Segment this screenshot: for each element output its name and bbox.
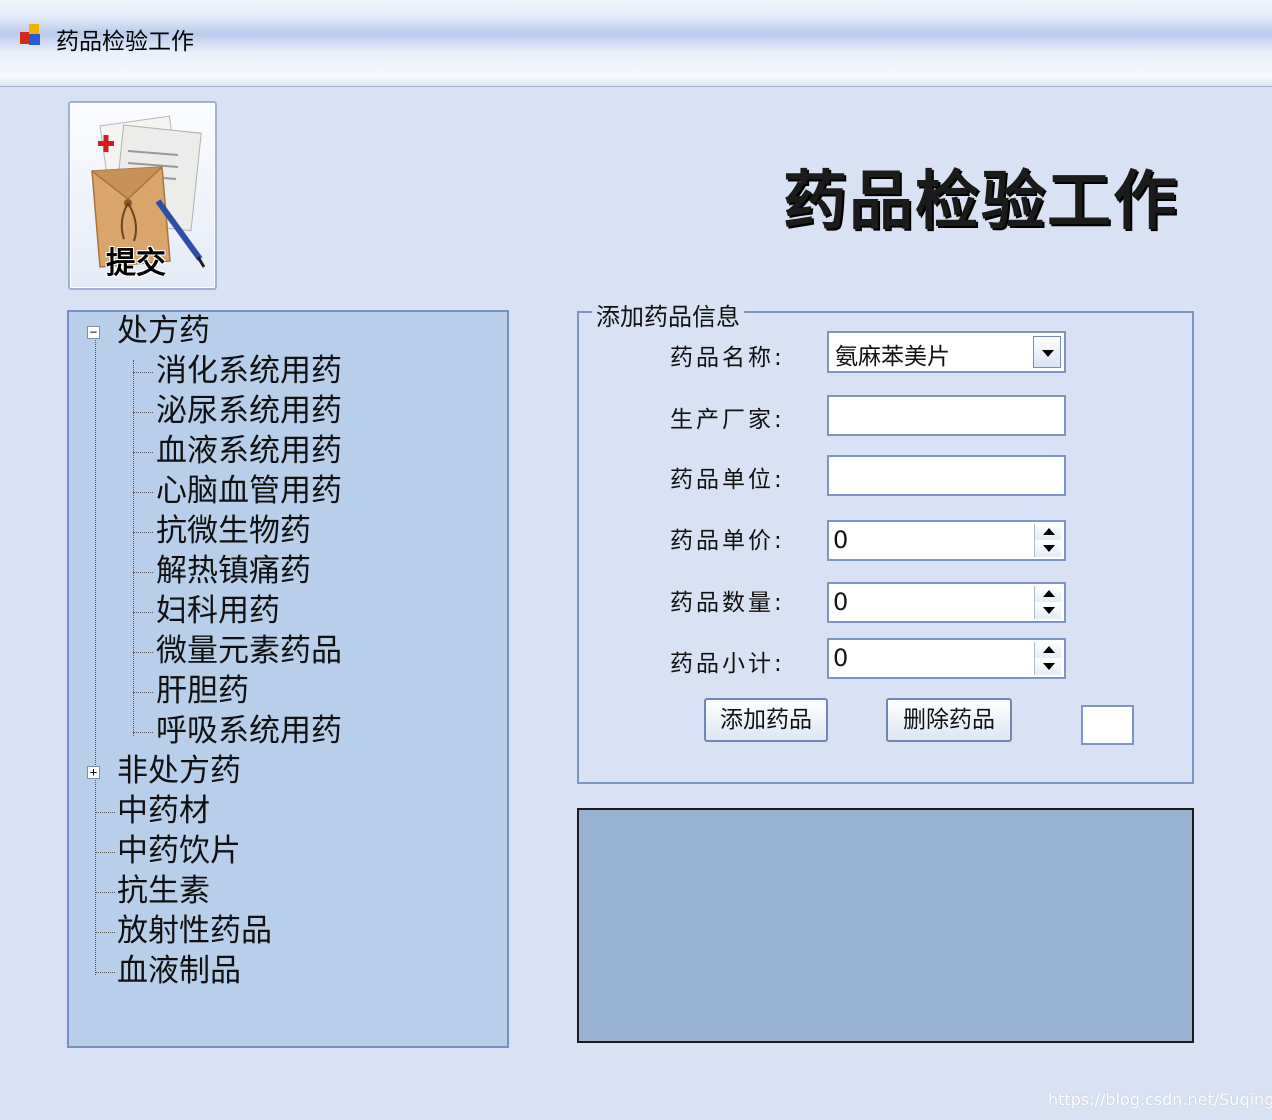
- window-title: 药品检验工作: [56, 29, 194, 55]
- tree-connector: [95, 932, 115, 933]
- tree-node-root[interactable]: 中药饮片: [117, 831, 241, 871]
- delete-drug-button[interactable]: 删除药品: [886, 698, 1012, 742]
- tree-connector: [95, 340, 96, 975]
- spin-down-button[interactable]: [1035, 603, 1061, 619]
- tree-connector: [133, 452, 153, 453]
- spin-buttons: [1034, 524, 1062, 557]
- dropdown-button[interactable]: [1033, 336, 1061, 368]
- spin-buttons: [1034, 586, 1062, 619]
- tree-connector: [133, 492, 153, 493]
- spin-down-button[interactable]: [1035, 541, 1061, 557]
- tree-node-child[interactable]: 泌尿系统用药: [156, 391, 342, 431]
- drug-name-label: 药品名称:: [670, 345, 785, 371]
- tree-node-prescription[interactable]: 处方药: [117, 311, 210, 351]
- expand-icon[interactable]: +: [87, 766, 100, 779]
- quantity-label: 药品数量:: [670, 590, 785, 616]
- spin-buttons: [1034, 642, 1062, 675]
- tree-connector: [133, 692, 153, 693]
- add-drug-button[interactable]: 添加药品: [704, 698, 828, 742]
- tree-connector: [133, 572, 153, 573]
- tree-node-root[interactable]: 中药材: [117, 791, 210, 831]
- arrow-up-icon: [1043, 646, 1055, 653]
- tree-connector: [133, 532, 153, 533]
- price-value: 0: [833, 526, 849, 554]
- tree-node-child[interactable]: 微量元素药品: [156, 631, 342, 671]
- tree-node-child[interactable]: 解热镇痛药: [156, 551, 311, 591]
- watermark: https://blog.csdn.net/Suqing49: [1048, 1090, 1272, 1109]
- result-panel: [577, 808, 1194, 1043]
- tree-node-root[interactable]: 血液制品: [117, 951, 241, 991]
- groupbox-legend: 添加药品信息: [592, 297, 744, 332]
- page-title: 药品检验工作: [783, 165, 1179, 239]
- spin-up-button[interactable]: [1035, 642, 1061, 658]
- small-textbox[interactable]: [1081, 705, 1134, 745]
- tree-node-otc[interactable]: 非处方药: [117, 751, 241, 791]
- manufacturer-input[interactable]: [827, 395, 1066, 436]
- tree-node-root[interactable]: 放射性药品: [117, 911, 272, 951]
- tree-connector: [95, 972, 115, 973]
- tree-connector: [95, 892, 115, 893]
- tree-connector: [95, 852, 115, 853]
- spin-up-button[interactable]: [1035, 586, 1061, 602]
- arrow-down-icon: [1043, 607, 1055, 614]
- arrow-down-icon: [1043, 545, 1055, 552]
- title-bar: 药品检验工作: [0, 0, 1272, 87]
- tree-connector: [133, 360, 134, 736]
- manufacturer-label: 生产厂家:: [670, 407, 785, 433]
- tree-node-child[interactable]: 肝胆药: [156, 671, 249, 711]
- chevron-down-icon: [1042, 350, 1054, 357]
- arrow-down-icon: [1043, 663, 1055, 670]
- price-label: 药品单价:: [670, 528, 785, 554]
- submit-button[interactable]: 提交: [68, 101, 217, 290]
- tree-connector: [133, 372, 153, 373]
- tree-node-child[interactable]: 妇科用药: [156, 591, 280, 631]
- drug-name-value: 氨麻苯美片: [835, 344, 950, 370]
- tree-connector: [133, 612, 153, 613]
- spin-up-button[interactable]: [1035, 524, 1061, 540]
- arrow-up-icon: [1043, 528, 1055, 535]
- drug-name-combo[interactable]: 氨麻苯美片: [827, 331, 1066, 373]
- quantity-value: 0: [833, 588, 849, 616]
- quantity-stepper[interactable]: 0: [827, 582, 1066, 623]
- arrow-up-icon: [1043, 590, 1055, 597]
- tree-node-child[interactable]: 呼吸系统用药: [156, 711, 342, 751]
- collapse-icon[interactable]: −: [87, 326, 100, 339]
- tree-node-root[interactable]: 抗生素: [117, 871, 210, 911]
- tree-node-child[interactable]: 血液系统用药: [156, 431, 342, 471]
- tree-node-child[interactable]: 心脑血管用药: [156, 471, 342, 511]
- price-stepper[interactable]: 0: [827, 520, 1066, 561]
- tree-node-child[interactable]: 消化系统用药: [156, 351, 342, 391]
- submit-label: 提交: [106, 246, 166, 281]
- spin-down-button[interactable]: [1035, 659, 1061, 675]
- unit-input[interactable]: [827, 455, 1066, 496]
- subtotal-label: 药品小计:: [670, 651, 785, 677]
- tree-connector: [133, 412, 153, 413]
- unit-label: 药品单位:: [670, 467, 785, 493]
- tree-connector: [95, 812, 115, 813]
- subtotal-value: 0: [833, 644, 849, 672]
- app-icon: [20, 24, 46, 46]
- tree-connector: [133, 652, 153, 653]
- subtotal-stepper[interactable]: 0: [827, 638, 1066, 679]
- tree-connector: [133, 732, 153, 733]
- tree-node-child[interactable]: 抗微生物药: [156, 511, 311, 551]
